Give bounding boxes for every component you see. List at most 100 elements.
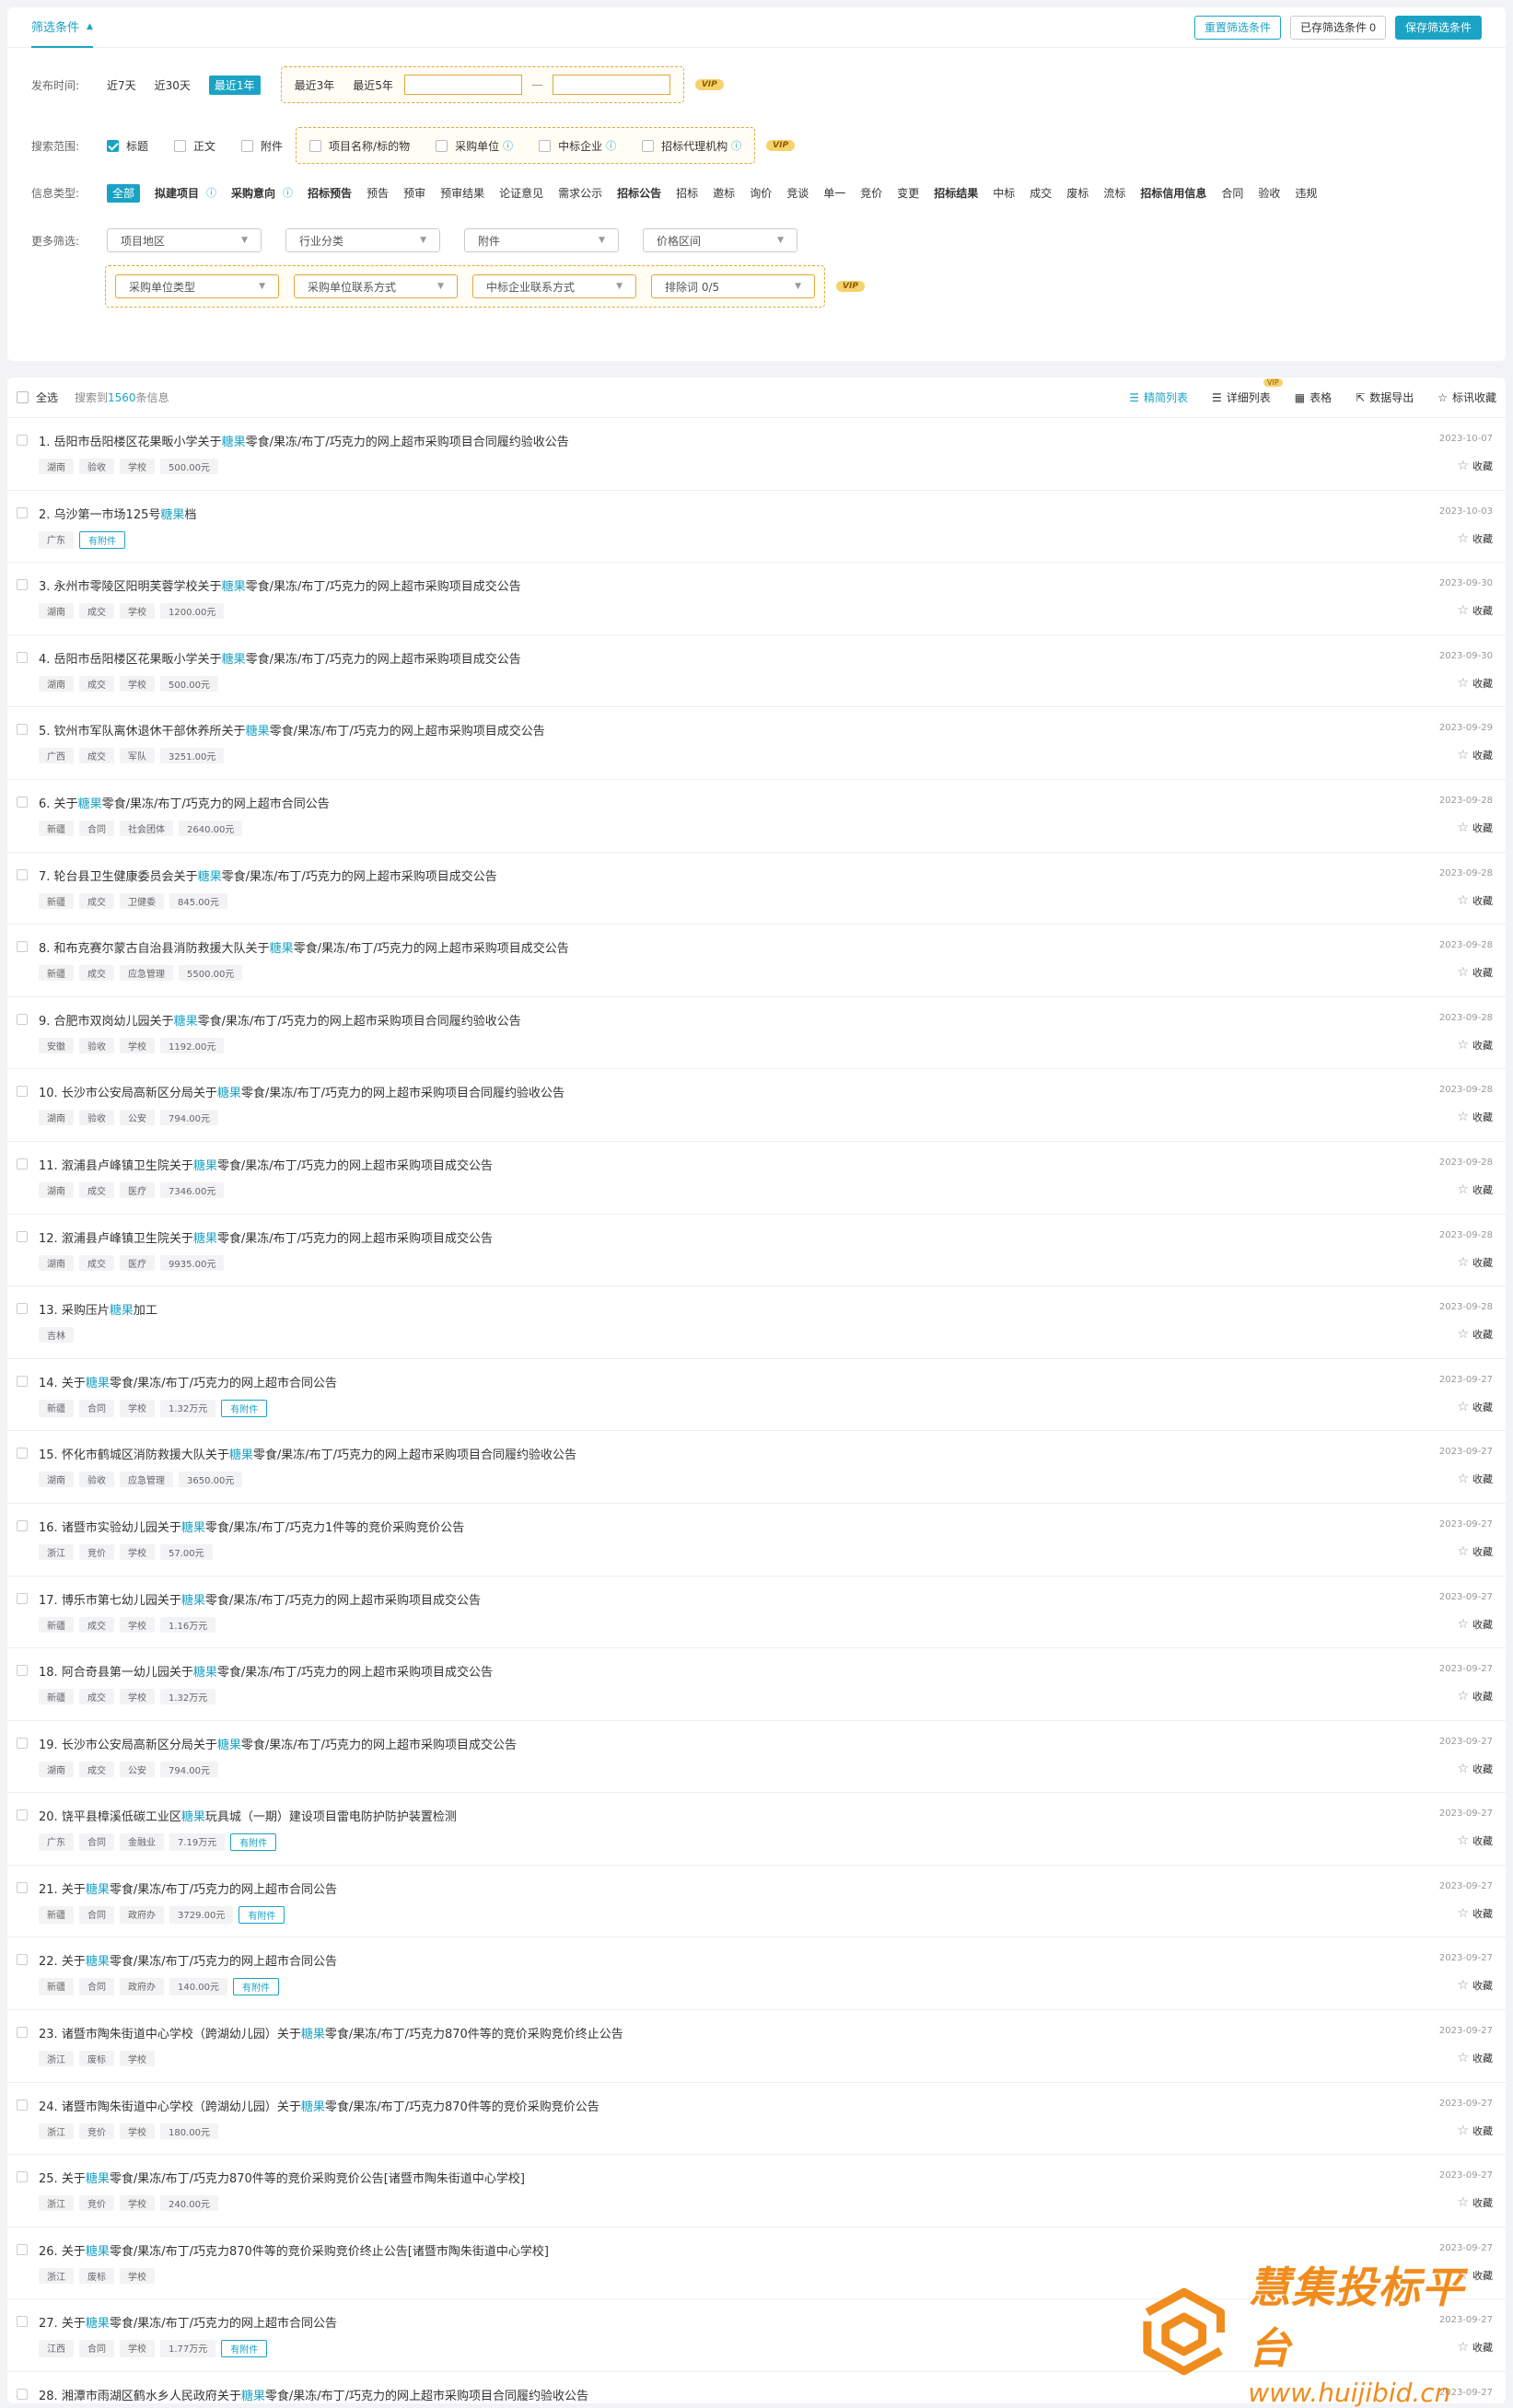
item-checkbox[interactable] [17, 1737, 28, 1749]
item-title-link[interactable]: 20. 饶平县樟溪低碳工业区糖果玩具城（一期）建设项目雷电防护防护装置检测 [39, 1807, 1495, 1824]
type-opt[interactable]: 预审 [403, 180, 425, 206]
item-title-link[interactable]: 3. 永州市零陵区阳明芙蓉学校关于糖果零食/果冻/布丁/巧克力的网上超市采购项目… [39, 576, 1495, 594]
item-favorite-button[interactable]: ☆ 收藏 [1457, 531, 1493, 546]
scope-buyer-checkbox[interactable]: 采购单位 ⓘ [436, 138, 513, 154]
item-checkbox[interactable] [17, 1375, 28, 1387]
item-favorite-button[interactable]: ☆ 收藏 [1457, 820, 1493, 835]
item-checkbox[interactable] [17, 2389, 28, 2401]
view-detail-list[interactable]: ☰ 详细列表 VIP [1212, 378, 1283, 405]
select-industry[interactable]: 行业分类 ▼ [285, 228, 440, 252]
view-compact-list[interactable]: ☰ 精简列表 [1129, 390, 1188, 405]
item-checkbox[interactable] [17, 1519, 28, 1531]
type-opt[interactable]: 采购意向 [231, 180, 275, 206]
item-title-link[interactable]: 17. 博乐市第七幼儿园关于糖果零食/果冻/布丁/巧克力的网上超市采购项目成交公… [39, 1590, 1495, 1608]
item-favorite-button[interactable]: ☆ 收藏 [1457, 1978, 1493, 1993]
help-icon[interactable]: ⓘ [206, 180, 216, 206]
item-title-link[interactable]: 19. 长沙市公安局高新区分局关于糖果零食/果冻/布丁/巧克力的网上超市采购项目… [39, 1735, 1495, 1752]
type-opt[interactable]: 流标 [1103, 180, 1125, 206]
item-checkbox[interactable] [17, 1881, 28, 1893]
item-title-link[interactable]: 7. 轮台县卫生健康委员会关于糖果零食/果冻/布丁/巧克力的网上超市采购项目成交… [39, 867, 1495, 884]
item-title-link[interactable]: 22. 关于糖果零食/果冻/布丁/巧克力的网上超市合同公告 [39, 1951, 1495, 1969]
scope-attachment-checkbox[interactable]: 附件 [241, 138, 283, 154]
item-checkbox[interactable] [17, 1665, 28, 1677]
item-title-link[interactable]: 8. 和布克赛尔蒙古自治县消防救援大队关于糖果零食/果冻/布丁/巧克力的网上超市… [39, 938, 1495, 956]
scope-project-checkbox[interactable]: 项目名称/标的物 [309, 138, 410, 154]
item-checkbox[interactable] [17, 1157, 28, 1169]
item-title-link[interactable]: 23. 诸暨市陶朱街道中心学校（跨湖幼儿园）关于糖果零食/果冻/布丁/巧克力87… [39, 2024, 1495, 2042]
item-favorite-button[interactable]: ☆ 收藏 [1457, 2195, 1493, 2210]
scope-body-checkbox[interactable]: 正文 [174, 138, 215, 154]
time-opt-1y[interactable]: 最近1年 [208, 75, 261, 95]
item-checkbox[interactable] [17, 2243, 28, 2255]
type-opt[interactable]: 合同 [1221, 180, 1243, 206]
item-title-link[interactable]: 4. 岳阳市岳阳楼区花果畈小学关于糖果零食/果冻/布丁/巧克力的网上超市采购项目… [39, 649, 1495, 667]
item-title-link[interactable]: 24. 诸暨市陶朱街道中心学校（跨湖幼儿园）关于糖果零食/果冻/布丁/巧克力87… [39, 2097, 1495, 2114]
scope-agency-checkbox[interactable]: 招标代理机构 ⓘ [642, 138, 741, 154]
select-region[interactable]: 项目地区 ▼ [107, 228, 262, 252]
item-favorite-button[interactable]: ☆ 收藏 [1457, 2051, 1493, 2065]
item-title-link[interactable]: 10. 长沙市公安局高新区分局关于糖果零食/果冻/布丁/巧克力的网上超市采购项目… [39, 1083, 1495, 1100]
item-checkbox[interactable] [17, 2171, 28, 2183]
item-checkbox[interactable] [17, 796, 28, 808]
item-title-link[interactable]: 9. 合肥市双岗幼儿园关于糖果零食/果冻/布丁/巧克力的网上超市采购项目合同履约… [39, 1011, 1495, 1029]
item-favorite-button[interactable]: ☆ 收藏 [1457, 748, 1493, 762]
item-checkbox[interactable] [17, 1013, 28, 1025]
item-favorite-button[interactable]: ☆ 收藏 [1457, 2123, 1493, 2138]
type-opt[interactable]: 验收 [1258, 180, 1280, 206]
time-opt-30d[interactable]: 近30天 [155, 77, 191, 93]
item-checkbox[interactable] [17, 579, 28, 591]
item-checkbox[interactable] [17, 941, 28, 953]
item-favorite-button[interactable]: ☆ 收藏 [1457, 1472, 1493, 1486]
type-opt[interactable]: 全部 [107, 184, 141, 203]
scope-winner-checkbox[interactable]: 中标企业 ⓘ [539, 138, 616, 154]
type-opt[interactable]: 邀标 [713, 180, 735, 206]
item-favorite-button[interactable]: ☆ 收藏 [1457, 459, 1493, 473]
item-checkbox[interactable] [17, 868, 28, 880]
item-checkbox[interactable] [17, 2316, 28, 2328]
select-winner-contact[interactable]: 中标企业联系方式 ▼ [472, 274, 636, 298]
type-opt[interactable]: 成交 [1030, 180, 1052, 206]
item-checkbox[interactable] [17, 1592, 28, 1604]
select-price[interactable]: 价格区间 ▼ [643, 228, 797, 252]
type-opt[interactable]: 违规 [1295, 180, 1317, 206]
select-exclude-words[interactable]: 排除词 0/5 ▼ [651, 274, 815, 298]
item-favorite-button[interactable]: ☆ 收藏 [1457, 1255, 1493, 1270]
item-checkbox[interactable] [17, 435, 28, 446]
type-opt[interactable]: 询价 [750, 180, 772, 206]
help-icon[interactable]: ⓘ [606, 138, 616, 153]
item-checkbox[interactable] [17, 724, 28, 736]
type-opt[interactable]: 中标 [993, 180, 1015, 206]
item-title-link[interactable]: 12. 溆浦县卢峰镇卫生院关于糖果零食/果冻/布丁/巧克力的网上超市采购项目成交… [39, 1228, 1495, 1246]
type-opt[interactable]: 竞价 [860, 180, 882, 206]
help-icon[interactable]: ⓘ [731, 138, 741, 153]
type-opt[interactable]: 招标 [676, 180, 698, 206]
date-start-input[interactable] [403, 75, 522, 95]
type-opt[interactable]: 招标信用信息 [1140, 180, 1206, 206]
item-favorite-button[interactable]: ☆ 收藏 [1457, 1617, 1493, 1632]
type-opt[interactable]: 变更 [897, 180, 919, 206]
item-favorite-button[interactable]: ☆ 收藏 [1457, 603, 1493, 618]
item-favorite-button[interactable]: ☆ 收藏 [1457, 1762, 1493, 1776]
type-opt[interactable]: 预审结果 [440, 180, 484, 206]
item-checkbox[interactable] [17, 1303, 28, 1315]
type-opt[interactable]: 招标结果 [934, 180, 978, 206]
type-opt[interactable]: 拟建项目 [155, 180, 199, 206]
item-title-link[interactable]: 15. 怀化市鹤城区消防救援大队关于糖果零食/果冻/布丁/巧克力的网上超市采购项… [39, 1445, 1495, 1462]
save-filter-button[interactable]: 保存筛选条件 [1394, 15, 1482, 40]
type-opt[interactable]: 废标 [1066, 180, 1088, 206]
time-opt-5y[interactable]: 最近5年 [353, 77, 393, 93]
help-icon[interactable]: ⓘ [283, 180, 293, 206]
item-favorite-button[interactable]: ☆ 收藏 [1457, 1110, 1493, 1124]
type-opt[interactable]: 招标公告 [617, 180, 661, 206]
item-title-link[interactable]: 6. 关于糖果零食/果冻/布丁/巧克力的网上超市合同公告 [39, 794, 1495, 811]
type-opt[interactable]: 论证意见 [499, 180, 543, 206]
select-all-checkbox[interactable]: 全选 [17, 390, 58, 405]
item-checkbox[interactable] [17, 1954, 28, 1966]
item-checkbox[interactable] [17, 1809, 28, 1821]
filter-tab[interactable]: 筛选条件 ▲ [31, 6, 93, 48]
item-checkbox[interactable] [17, 651, 28, 663]
time-opt-3y[interactable]: 最近3年 [295, 77, 335, 93]
item-favorite-button[interactable]: ☆ 收藏 [1457, 676, 1493, 691]
item-favorite-button[interactable]: ☆ 收藏 [1457, 1327, 1493, 1342]
item-favorite-button[interactable]: ☆ 收藏 [1457, 1833, 1493, 1848]
